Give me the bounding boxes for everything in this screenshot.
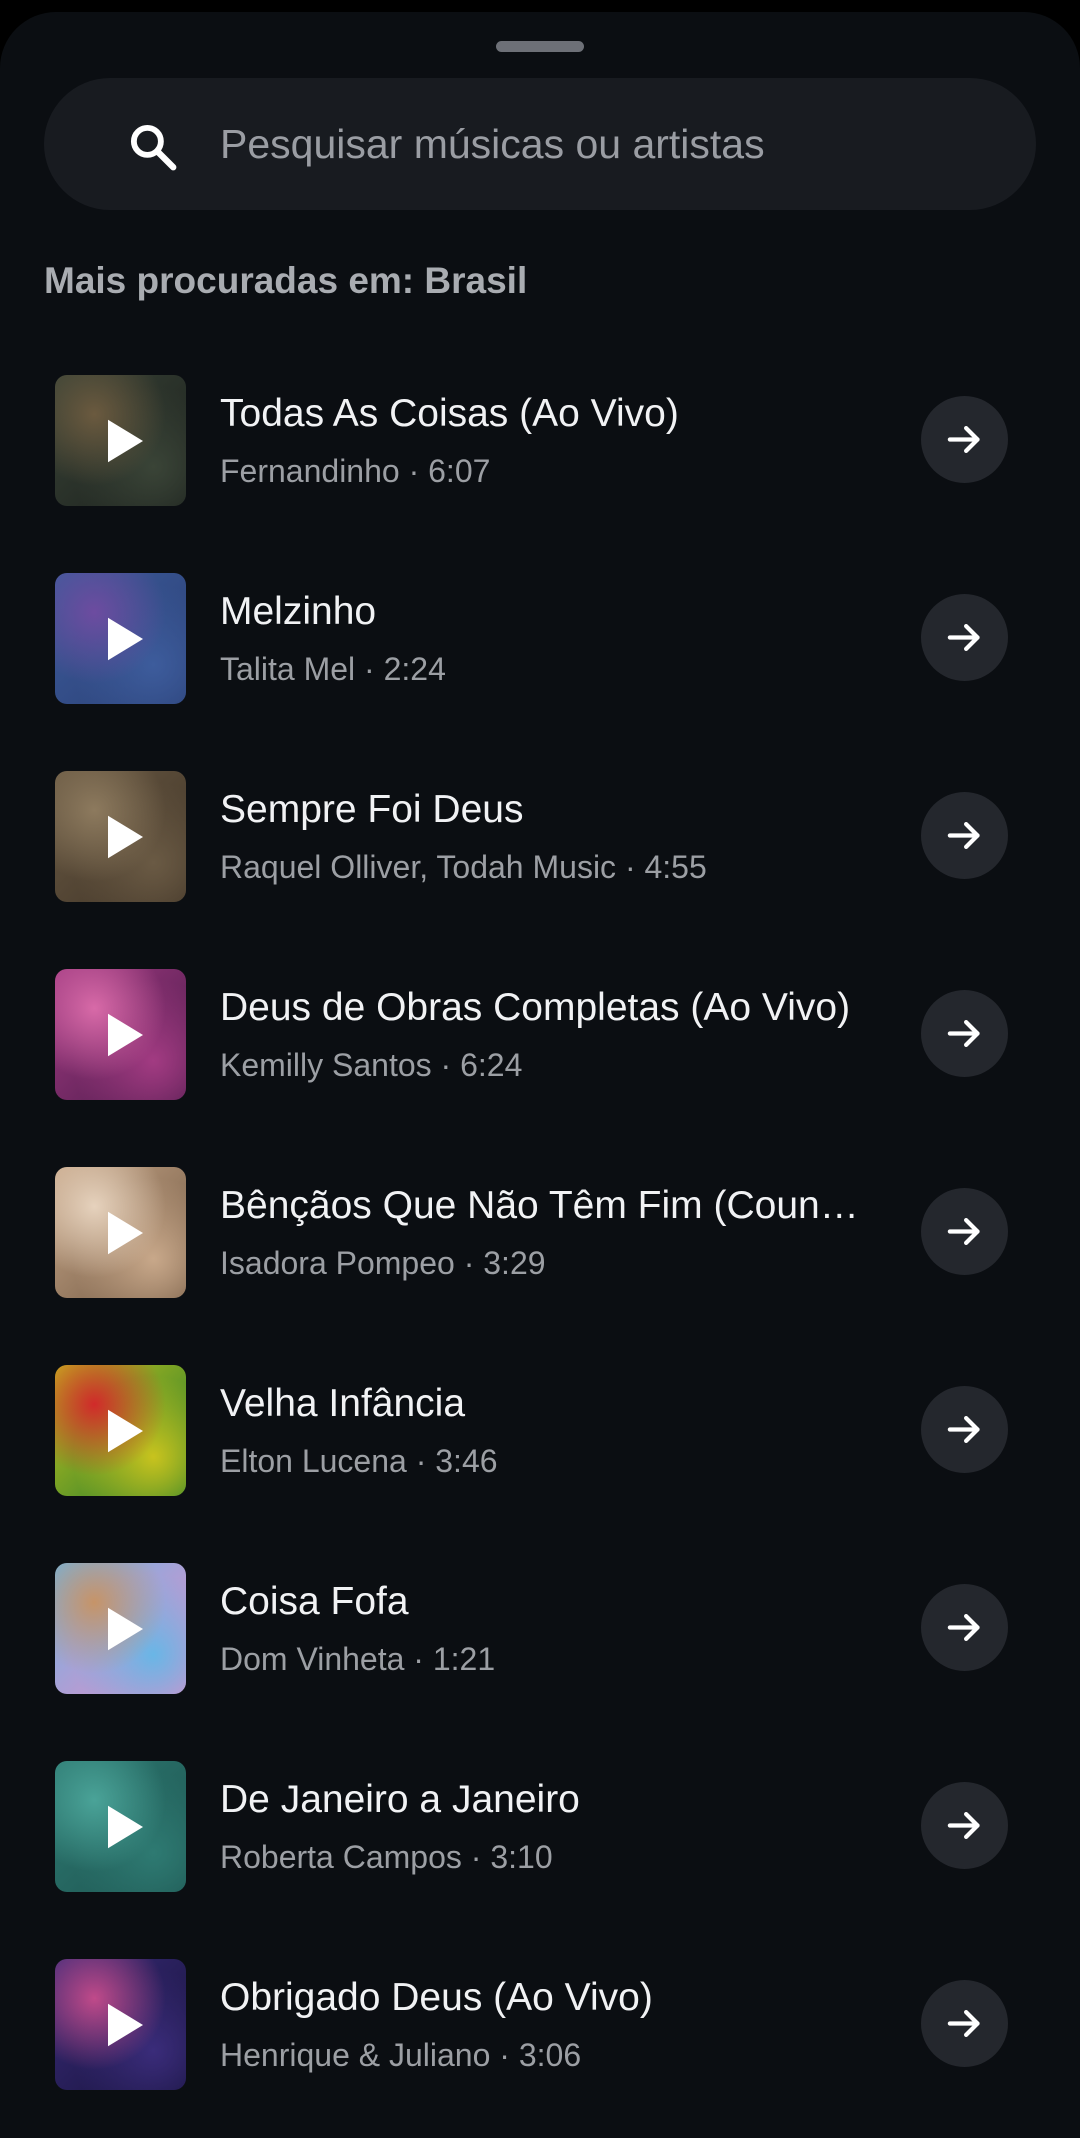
arrow-right-icon [947,426,980,453]
open-track-button[interactable] [921,990,1008,1077]
track-row[interactable]: Sempre Foi Deus Raquel Olliver, Todah Mu… [0,746,1080,944]
track-row[interactable]: Melzinho Talita Mel · 2:24 [0,548,1080,746]
album-cover[interactable] [55,1761,186,1892]
search-icon[interactable] [126,120,180,174]
track-row[interactable]: Velha Infância Elton Lucena · 3:46 [0,1340,1080,1538]
open-track-button[interactable] [921,792,1008,879]
track-title: Todas As Coisas (Ao Vivo) [220,392,679,435]
album-cover[interactable] [55,1167,186,1298]
album-cover[interactable] [55,1563,186,1694]
track-title: Bênçãos Que Não Têm Fim (Counting My Ble… [220,1184,860,1227]
album-cover[interactable] [55,771,186,902]
track-subtitle: Talita Mel · 2:24 [220,651,446,687]
track-subtitle: Fernandinho · 6:07 [220,453,491,489]
track-title: Deus de Obras Completas (Ao Vivo) [220,986,851,1029]
album-cover[interactable] [55,573,186,704]
track-row[interactable]: De Janeiro a Janeiro Roberta Campos · 3:… [0,1736,1080,1934]
bottom-sheet: Mais procuradas em: Brasil Todas As Cois… [0,12,1080,2138]
arrow-right-icon [947,624,980,651]
play-icon[interactable] [93,411,153,471]
track-row[interactable]: Todas As Coisas (Ao Vivo) Fernandinho · … [0,350,1080,548]
track-title: Melzinho [220,590,377,633]
track-row[interactable]: Obrigado Deus (Ao Vivo) Henrique & Julia… [0,1934,1080,2132]
album-cover[interactable] [55,375,186,506]
open-track-button[interactable] [921,1980,1008,2067]
track-subtitle: Kemilly Santos · 6:24 [220,1047,523,1083]
album-cover[interactable] [55,969,186,1100]
track-list: Todas As Coisas (Ao Vivo) Fernandinho · … [0,350,1080,2132]
play-icon[interactable] [93,1995,153,2055]
play-icon[interactable] [93,807,153,867]
arrow-right-icon [947,2010,980,2037]
track-subtitle: Henrique & Juliano · 3:06 [220,2037,582,2073]
track-subtitle: Dom Vinheta · 1:21 [220,1641,496,1677]
track-row[interactable]: Coisa Fofa Dom Vinheta · 1:21 [0,1538,1080,1736]
open-track-button[interactable] [921,1782,1008,1869]
open-track-button[interactable] [921,1386,1008,1473]
album-cover[interactable] [55,1959,186,2090]
arrow-right-icon [947,1614,980,1641]
track-row[interactable]: Bênçãos Que Não Têm Fim (Counting My Ble… [0,1142,1080,1340]
track-subtitle: Isadora Pompeo · 3:29 [220,1245,546,1281]
track-subtitle: Roberta Campos · 3:10 [220,1839,553,1875]
arrow-right-icon [947,1020,980,1047]
section-title: Mais procuradas em: Brasil [44,260,528,301]
play-icon[interactable] [93,1797,153,1857]
track-subtitle: Raquel Olliver, Todah Music · 4:55 [220,849,707,885]
play-icon[interactable] [93,1203,153,1263]
play-icon[interactable] [93,1005,153,1065]
track-title: Obrigado Deus (Ao Vivo) [220,1976,653,2019]
drag-handle[interactable] [496,41,584,52]
search-input[interactable] [220,110,1000,178]
play-icon[interactable] [93,609,153,669]
track-title: De Janeiro a Janeiro [220,1778,580,1821]
open-track-button[interactable] [921,396,1008,483]
play-icon[interactable] [93,1599,153,1659]
track-row[interactable]: Deus de Obras Completas (Ao Vivo) Kemill… [0,944,1080,1142]
open-track-button[interactable] [921,1188,1008,1275]
track-title: Velha Infância [220,1382,466,1425]
arrow-right-icon [947,1416,980,1443]
open-track-button[interactable] [921,1584,1008,1671]
track-subtitle: Elton Lucena · 3:46 [220,1443,498,1479]
track-title: Sempre Foi Deus [220,788,524,831]
album-cover[interactable] [55,1365,186,1496]
arrow-right-icon [947,1812,980,1839]
open-track-button[interactable] [921,594,1008,681]
arrow-right-icon [947,822,980,849]
search-bar[interactable] [44,78,1036,210]
arrow-right-icon [947,1218,980,1245]
play-icon[interactable] [93,1401,153,1461]
track-title: Coisa Fofa [220,1580,409,1623]
